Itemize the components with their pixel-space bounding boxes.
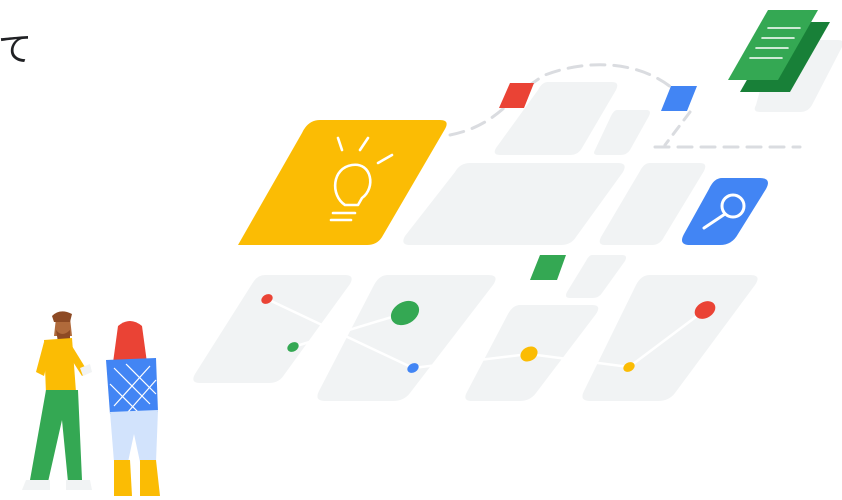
person-man (22, 311, 92, 490)
tile-top-small (594, 110, 650, 155)
tile-bottom-2 (317, 275, 496, 401)
blue-flag (661, 86, 697, 111)
dashed-connector-diag (663, 110, 692, 147)
illustration-canvas (22, 10, 842, 496)
person-woman (106, 321, 160, 496)
green-flag (530, 255, 566, 280)
tile-bottom-4 (582, 275, 758, 401)
tile-bottom-small (566, 255, 626, 298)
hero-illustration: て (0, 0, 842, 500)
tile-middle-wide (403, 163, 625, 245)
